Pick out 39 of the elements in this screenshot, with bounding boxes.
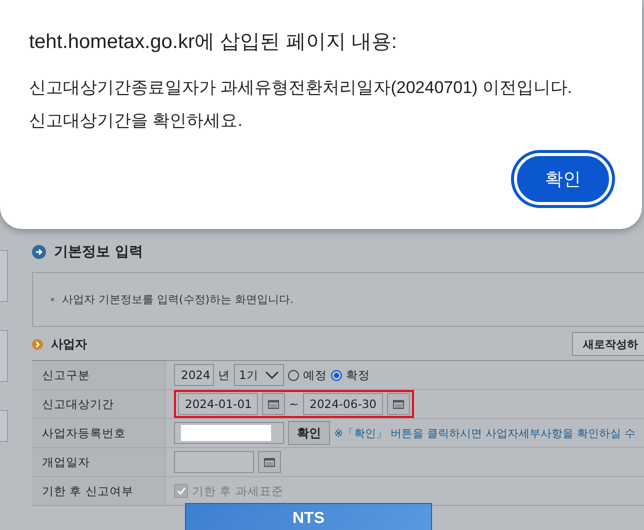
period-select[interactable]: 1기 bbox=[234, 364, 284, 386]
radio-option[interactable]: 확정 bbox=[331, 368, 370, 382]
dialog-message: 신고대상기간종료일자가 과세유형전환처리일자(20240701) 이전입니다. 신고대상기간을 확인하세요. bbox=[29, 77, 574, 132]
arrow-circle-icon bbox=[32, 245, 46, 259]
calendar-icon bbox=[268, 399, 279, 409]
row-label: 신고대상기간 bbox=[32, 390, 166, 418]
radio-option[interactable]: 예정 bbox=[288, 368, 327, 382]
side-tab[interactable] bbox=[0, 250, 8, 302]
calendar-button[interactable] bbox=[258, 451, 281, 473]
row-label: 사업자등록번호 bbox=[32, 419, 166, 447]
end-date-field[interactable]: 2024-06-30 bbox=[302, 393, 383, 415]
row-label: 개업일자 bbox=[32, 448, 166, 476]
row-label: 신고구분 bbox=[32, 361, 166, 389]
confirm-button[interactable]: 확인 bbox=[288, 421, 330, 445]
info-text: 사업자 기본정보를 입력(수정)하는 화면입니다. bbox=[62, 292, 294, 307]
loading-text: NTS bbox=[292, 510, 324, 529]
side-tab[interactable] bbox=[0, 410, 8, 442]
check-icon bbox=[176, 487, 186, 495]
row-label: 기한 후 신고여부 bbox=[32, 477, 166, 505]
section-title: 기본정보 입력 bbox=[54, 243, 143, 261]
start-date-field[interactable]: 2024-01-01 bbox=[178, 393, 258, 415]
ok-button[interactable]: 확인 bbox=[514, 153, 612, 205]
chevron-circle-icon bbox=[32, 338, 43, 350]
range-separator: ~ bbox=[289, 397, 299, 411]
year-field[interactable]: 2024 bbox=[174, 364, 214, 386]
checkbox-label: 기한 후 과세표준 bbox=[192, 484, 284, 498]
calendar-button[interactable] bbox=[386, 393, 410, 415]
side-tab[interactable] bbox=[0, 330, 8, 382]
business-number-field[interactable] bbox=[174, 422, 284, 444]
calendar-icon bbox=[392, 399, 404, 409]
calendar-icon bbox=[264, 457, 275, 467]
year-unit: 년 bbox=[218, 368, 230, 382]
calendar-button[interactable] bbox=[262, 393, 285, 415]
dialog-title: teht.hometax.go.kr에 삽입된 페이지 내용: bbox=[29, 30, 398, 55]
new-button[interactable]: 새로작성하 bbox=[572, 332, 644, 356]
instruction-note: ※「확인」 버튼을 클릭하시면 사업자세부사항을 확인하실 수 bbox=[334, 426, 636, 440]
subsection-title: 사업자 bbox=[51, 336, 87, 352]
date-field[interactable] bbox=[174, 451, 254, 473]
chevron-down-icon bbox=[265, 371, 279, 379]
